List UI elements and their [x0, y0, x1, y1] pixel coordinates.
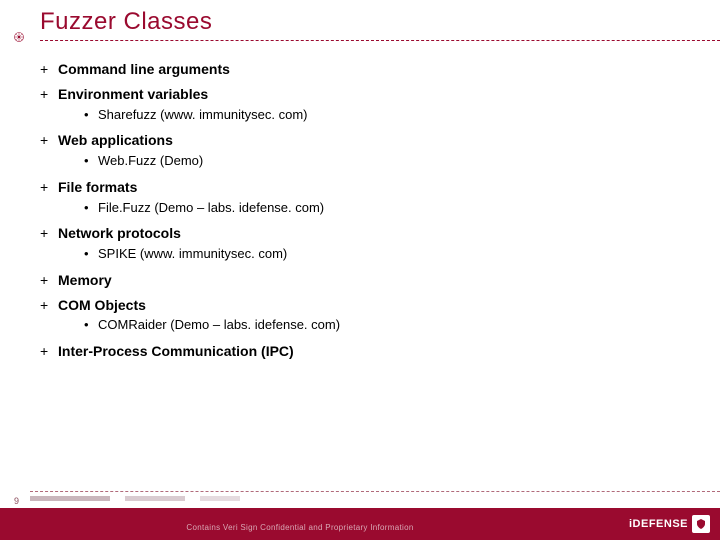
- sub-item: •Sharefuzz (www. immunitysec. com): [84, 106, 700, 124]
- footer-text: Contains Veri Sign Confidential and Prop…: [0, 523, 600, 532]
- sub-item: •SPIKE (www. immunitysec. com): [84, 245, 700, 263]
- list-item: +COM Objects •COMRaider (Demo – labs. id…: [40, 296, 700, 334]
- item-label: Command line arguments: [58, 61, 230, 77]
- footer-decoration: [0, 491, 720, 505]
- bullet-icon: •: [84, 316, 98, 334]
- sub-label: SPIKE (www. immunitysec. com): [98, 246, 287, 261]
- sub-item: •COMRaider (Demo – labs. idefense. com): [84, 316, 700, 334]
- item-label: Inter-Process Communication (IPC): [58, 343, 294, 359]
- plus-icon: +: [40, 271, 58, 290]
- bullet-icon: •: [84, 245, 98, 263]
- sub-label: Web.Fuzz (Demo): [98, 153, 203, 168]
- list-item: +Command line arguments: [40, 60, 700, 79]
- list-item: +Network protocols •SPIKE (www. immunity…: [40, 224, 700, 262]
- idefense-logo: iDEFENSE: [610, 511, 710, 537]
- plus-icon: +: [40, 178, 58, 197]
- list-item: +File formats •File.Fuzz (Demo – labs. i…: [40, 178, 700, 216]
- item-label: Environment variables: [58, 86, 208, 102]
- plus-icon: +: [40, 131, 58, 150]
- shield-icon: [692, 515, 710, 533]
- plus-icon: +: [40, 60, 58, 79]
- item-label: File formats: [58, 179, 137, 195]
- list-item: +Inter-Process Communication (IPC): [40, 342, 700, 361]
- list-item: +Web applications •Web.Fuzz (Demo): [40, 131, 700, 169]
- bullet-icon: •: [84, 199, 98, 217]
- list-item: +Memory: [40, 271, 700, 290]
- title-divider: [40, 40, 720, 41]
- plus-icon: +: [40, 85, 58, 104]
- sub-label: Sharefuzz (www. immunitysec. com): [98, 107, 308, 122]
- plus-icon: +: [40, 224, 58, 243]
- item-label: Web applications: [58, 132, 173, 148]
- content-list: +Command line arguments +Environment var…: [40, 60, 700, 367]
- sub-item: •File.Fuzz (Demo – labs. idefense. com): [84, 199, 700, 217]
- item-label: Network protocols: [58, 225, 181, 241]
- star-bullet-icon: [14, 32, 24, 42]
- bullet-icon: •: [84, 106, 98, 124]
- sub-item: •Web.Fuzz (Demo): [84, 152, 700, 170]
- slide-title: Fuzzer Classes: [40, 8, 212, 36]
- plus-icon: +: [40, 342, 58, 361]
- item-label: Memory: [58, 272, 112, 288]
- plus-icon: +: [40, 296, 58, 315]
- sub-label: COMRaider (Demo – labs. idefense. com): [98, 317, 340, 332]
- slide: Fuzzer Classes +Command line arguments +…: [0, 0, 720, 540]
- sub-label: File.Fuzz (Demo – labs. idefense. com): [98, 200, 324, 215]
- footer-bar: Contains Veri Sign Confidential and Prop…: [0, 508, 720, 540]
- bullet-icon: •: [84, 152, 98, 170]
- logo-text: iDEFENSE: [629, 518, 688, 530]
- list-item: +Environment variables •Sharefuzz (www. …: [40, 85, 700, 123]
- item-label: COM Objects: [58, 297, 146, 313]
